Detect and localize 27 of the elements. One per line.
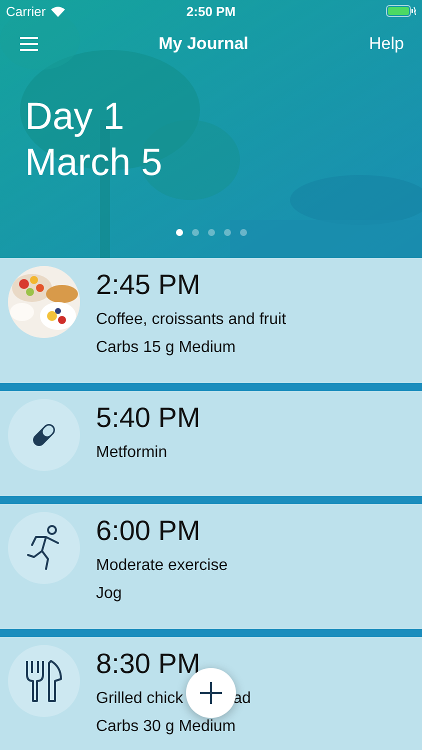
entry-detail: Grilled chick	[96, 689, 184, 709]
entry-detail: Carbs 15 g Medium	[96, 338, 236, 358]
menu-button[interactable]	[20, 37, 38, 51]
page-dot[interactable]	[224, 229, 230, 236]
entry-detail: Moderate exercise	[96, 556, 228, 576]
page-dot[interactable]	[208, 229, 214, 236]
entry-detail: Carbs 30 g Medium	[96, 717, 236, 737]
entry-detail: Metformin	[96, 443, 168, 463]
entry-time: 2:45 PM	[96, 268, 202, 302]
nav-title: My Journal	[158, 34, 248, 54]
entry-time: 5:40 PM	[96, 401, 200, 435]
battery-icon	[386, 5, 416, 17]
entry-detail: ad	[233, 689, 251, 709]
date-label: March 5	[25, 141, 164, 186]
entry-detail: Coffee, croissants and fruit	[96, 310, 286, 330]
running-person-icon	[26, 525, 62, 571]
page-dot[interactable]	[192, 229, 198, 236]
page-dot[interactable]	[240, 229, 246, 236]
entry-detail: Jog	[96, 584, 122, 604]
plus-icon	[199, 681, 223, 705]
cutlery-icon	[25, 659, 63, 703]
entry-time: 8:30 PM	[96, 647, 202, 681]
wifi-icon	[50, 6, 65, 16]
day-label: Day 1	[25, 95, 126, 140]
entry-time: 6:00 PM	[96, 514, 202, 548]
carrier-label: Carrier	[6, 4, 46, 18]
status-time: 2:50 PM	[186, 4, 236, 18]
